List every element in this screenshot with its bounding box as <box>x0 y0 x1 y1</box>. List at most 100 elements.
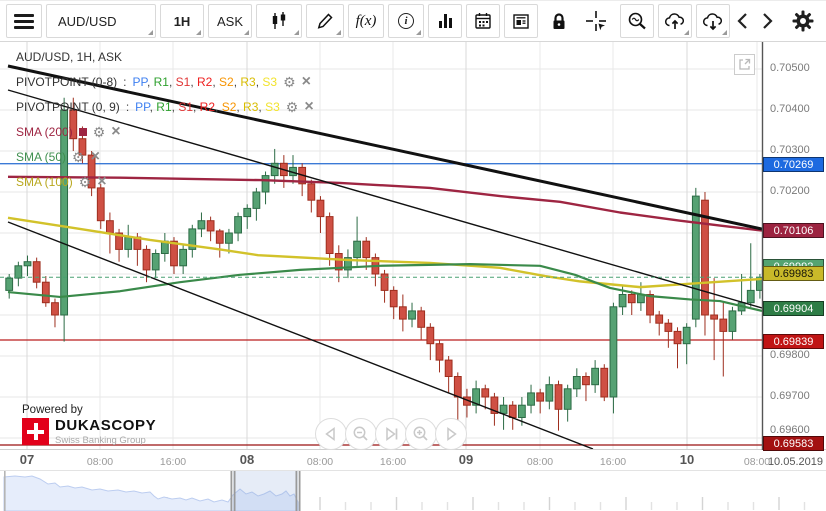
x-axis-label: 09 <box>458 452 474 467</box>
x-axis-label: 08:00 <box>743 456 771 468</box>
cloud-download-button[interactable] <box>696 4 730 38</box>
popout-button[interactable] <box>734 54 755 75</box>
candle <box>179 245 188 274</box>
settings-button[interactable] <box>788 4 818 38</box>
chart-legend: AUD/USD, 1H, ASK PIVOTPOINT (0-8) : PP, … <box>16 48 314 198</box>
swiss-cross-icon <box>22 418 49 446</box>
selection-handle[interactable] <box>295 471 298 511</box>
step-back-button[interactable] <box>315 418 347 450</box>
ind-settings-gear-icon[interactable]: ⚙ <box>72 150 85 164</box>
ind-close-icon[interactable]: × <box>91 148 100 165</box>
news-button[interactable] <box>504 4 538 38</box>
x-axis-label: 16:00 <box>159 456 187 468</box>
pivot-series-r2: R2 <box>197 74 213 89</box>
ind-close-icon[interactable]: × <box>304 98 313 115</box>
crosshair-icon <box>586 11 606 31</box>
x-axis-label: 08:00 <box>306 456 334 468</box>
overview-minimap[interactable] <box>0 470 826 511</box>
x-axis-label: 16:00 <box>379 456 407 468</box>
candle <box>627 290 636 315</box>
candle <box>362 237 371 270</box>
menu-button[interactable] <box>6 4 42 38</box>
calendar-button[interactable] <box>466 4 500 38</box>
selection-handle[interactable] <box>233 471 236 511</box>
step-back-icon <box>325 427 335 441</box>
candle <box>371 253 380 287</box>
volume-button[interactable] <box>428 4 462 38</box>
x-axis-label: 08:00 <box>526 456 554 468</box>
candle <box>600 364 609 402</box>
candle <box>591 360 600 393</box>
indicator-row-pivot2: PIVOTPOINT (0, 9) : PP, R1, S1, R2, S2, … <box>16 97 314 115</box>
pivot-series-pp: PP <box>135 99 150 114</box>
scroll-right-button[interactable] <box>756 4 778 38</box>
pivot-series-s3: S3 <box>265 99 280 114</box>
scroll-left-button[interactable] <box>732 4 754 38</box>
zoom-out-button[interactable] <box>620 4 654 38</box>
candle <box>408 302 416 328</box>
chevron-right-icon <box>763 13 773 29</box>
ind-settings-gear-icon[interactable]: ⚙ <box>79 175 92 189</box>
candle <box>243 204 252 229</box>
date-label: 10.05.2019 <box>767 456 823 468</box>
pencil-icon <box>317 13 333 29</box>
candle <box>536 388 545 414</box>
crosshair-button[interactable] <box>580 4 612 38</box>
jump-to-end-button[interactable] <box>375 418 407 450</box>
candle <box>389 286 398 320</box>
functions-button[interactable]: f(x) <box>348 4 384 38</box>
candle <box>334 245 343 283</box>
side-select[interactable]: ASK <box>208 4 252 38</box>
ind-close-icon[interactable]: × <box>302 73 311 90</box>
overview-left-edge <box>4 471 6 511</box>
indicator-label: PIVOTPOINT (0, 9) <box>16 99 120 114</box>
ind-close-icon[interactable]: × <box>97 173 106 190</box>
candle <box>746 243 755 307</box>
cloud-upload-button[interactable] <box>658 4 692 38</box>
candle <box>234 212 242 242</box>
candle <box>572 368 581 397</box>
selection-handle[interactable] <box>298 471 301 511</box>
dropdown-caret-icon <box>196 30 201 35</box>
color-chip[interactable] <box>78 127 87 136</box>
draw-button[interactable] <box>306 4 344 38</box>
candle <box>508 401 517 430</box>
instrument-select[interactable]: AUD/USD <box>46 4 156 38</box>
chevron-left-icon <box>737 13 747 29</box>
candle <box>398 294 407 332</box>
function-icon: f(x) <box>355 12 377 29</box>
indicator-label: SMA (100) <box>16 174 73 189</box>
ind-settings-gear-icon[interactable]: ⚙ <box>286 100 299 114</box>
info-button[interactable]: i <box>388 4 424 38</box>
candle <box>728 306 737 340</box>
zoom-out-nav-button[interactable] <box>345 418 377 450</box>
toolbar: AUD/USD 1H ASK f(x) i <box>0 0 826 42</box>
candle <box>545 376 554 410</box>
zoom-in-nav-icon <box>413 426 428 441</box>
period-select[interactable]: 1H <box>160 4 204 38</box>
lock-button[interactable] <box>544 4 574 38</box>
selection-handle[interactable] <box>230 471 233 511</box>
play-forward-button[interactable] <box>435 418 467 450</box>
ind-settings-gear-icon[interactable]: ⚙ <box>283 75 296 89</box>
pivot-series-r3: R3 <box>240 74 256 89</box>
pivot-series-s3: S3 <box>262 74 278 89</box>
indicator-label: SMA (200) <box>16 124 73 139</box>
candle <box>14 261 23 287</box>
pivot-series-r2: R2 <box>199 99 216 114</box>
chart-type-button[interactable] <box>256 4 302 38</box>
indicator-label: SMA (50) <box>16 149 67 164</box>
indicator-row-sma50: SMA (50) ⚙ × <box>16 148 314 165</box>
dropdown-caret-icon <box>684 30 689 35</box>
overview-selection-window[interactable] <box>233 471 298 511</box>
zoom-in-nav-button[interactable] <box>405 418 437 450</box>
instrument-label: AUD/USD <box>58 13 117 29</box>
ind-settings-gear-icon[interactable]: ⚙ <box>93 125 106 139</box>
candle <box>444 356 453 393</box>
ind-close-icon[interactable]: × <box>111 123 120 140</box>
powered-by-text: Powered by <box>22 404 83 416</box>
candle <box>655 310 664 336</box>
dropdown-caret-icon <box>336 30 341 35</box>
candle <box>23 255 32 277</box>
chart-title: AUD/USD, 1H, ASK <box>16 49 123 64</box>
